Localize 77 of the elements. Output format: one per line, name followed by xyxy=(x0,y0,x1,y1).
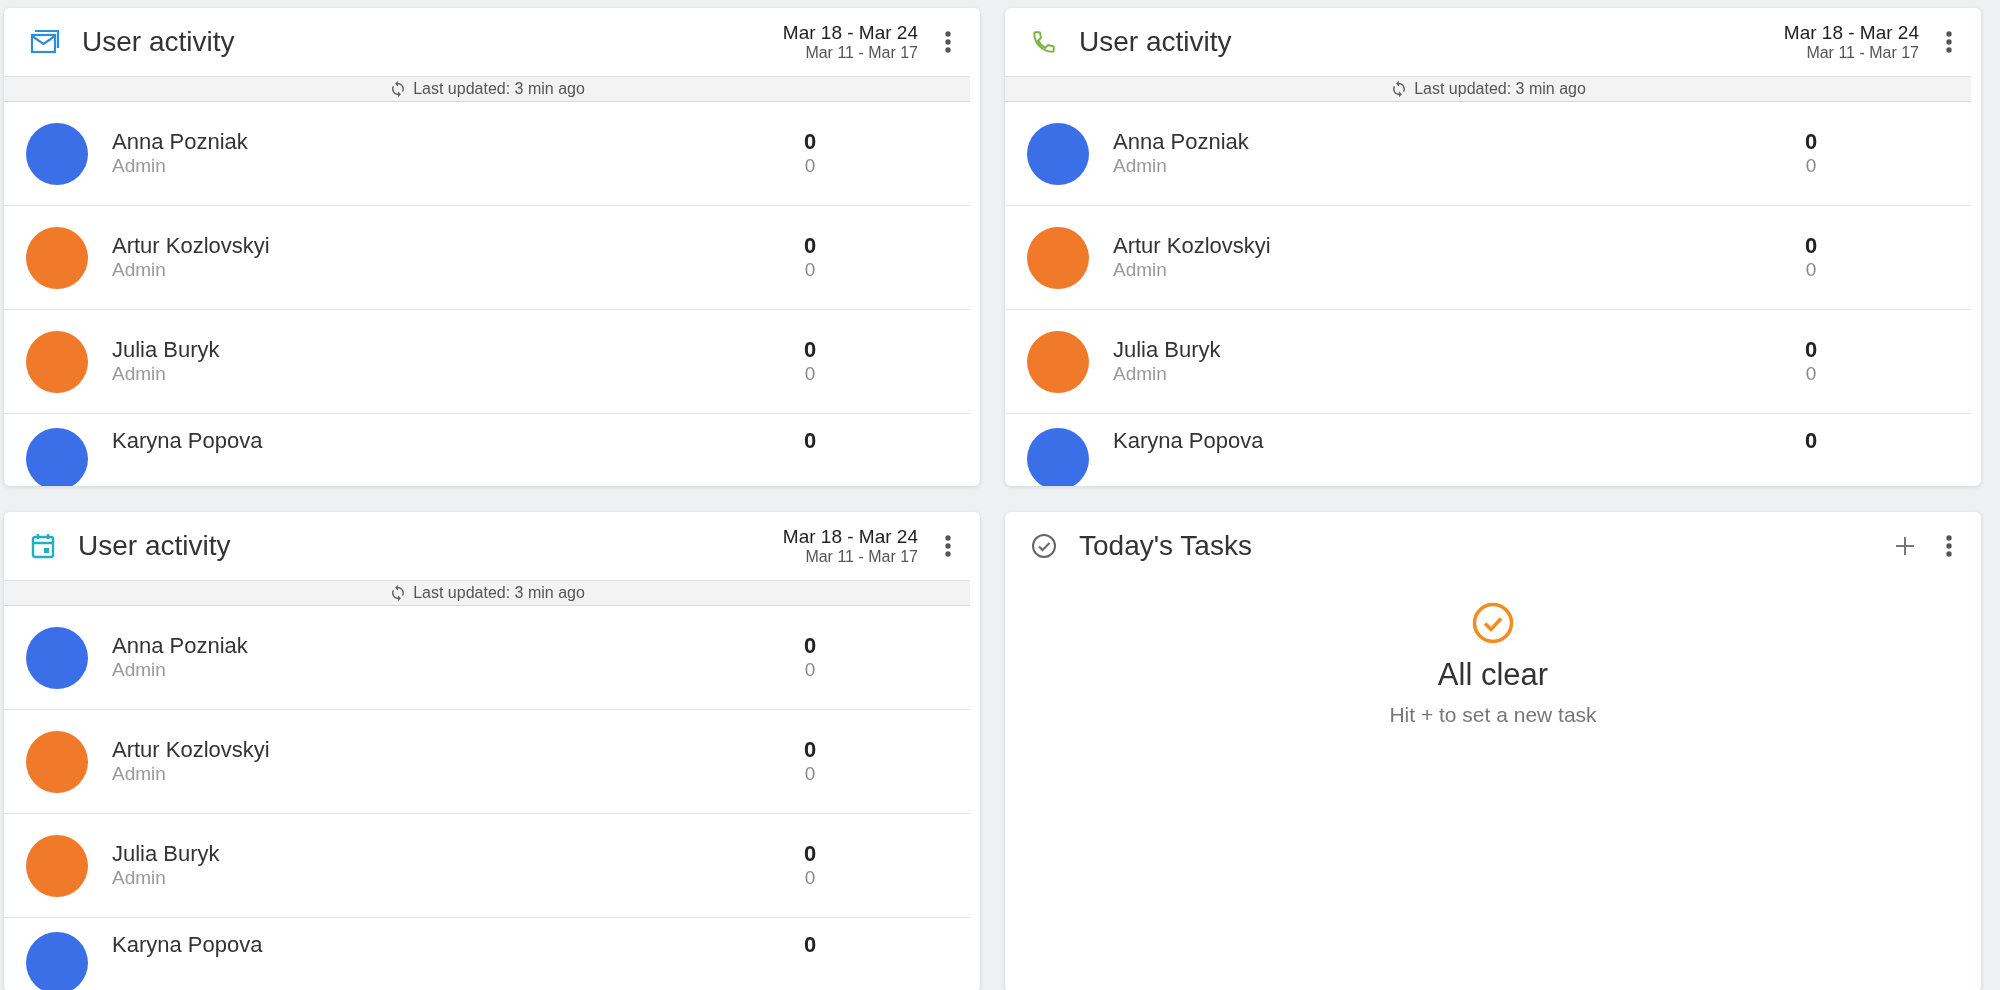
last-updated-text: Last updated: 3 min ago xyxy=(1414,79,1586,99)
current-count: 0 xyxy=(1803,232,1819,260)
current-count: 0 xyxy=(802,932,818,959)
user-row[interactable]: Anna Pozniak Admin 0 0 xyxy=(4,102,970,206)
plus-icon xyxy=(1895,536,1915,556)
more-icon xyxy=(1945,534,1953,558)
date-range: Mar 18 - Mar 24 xyxy=(782,21,918,44)
current-count: 0 xyxy=(802,632,818,660)
user-row[interactable]: Karyna Popova 0 xyxy=(4,918,970,990)
user-name: Karyna Popova xyxy=(1113,428,1264,455)
user-name: Julia Buryk xyxy=(1113,336,1221,364)
user-role: Admin xyxy=(112,155,167,179)
user-name: Artur Kozlovskyi xyxy=(112,736,270,764)
previous-count: 0 xyxy=(1804,363,1818,387)
user-name: Julia Buryk xyxy=(112,840,220,868)
user-role: Admin xyxy=(112,659,167,683)
date-range: Mar 18 - Mar 24 xyxy=(782,525,918,548)
user-role: Admin xyxy=(1113,155,1168,179)
user-name: Anna Pozniak xyxy=(1113,128,1249,156)
widget-title: User activity xyxy=(78,529,231,563)
more-icon xyxy=(1945,30,1953,54)
widget-title: User activity xyxy=(82,25,235,59)
more-icon xyxy=(944,534,952,558)
user-role: Admin xyxy=(1113,363,1168,387)
previous-count: 0 xyxy=(803,259,817,283)
user-name: Anna Pozniak xyxy=(112,128,248,156)
current-count: 0 xyxy=(802,336,818,364)
current-count: 0 xyxy=(1803,336,1819,364)
previous-date-range: Mar 11 - Mar 17 xyxy=(804,43,918,63)
user-role: Admin xyxy=(112,763,167,787)
user-role: Admin xyxy=(1113,259,1168,283)
user-name: Artur Kozlovskyi xyxy=(1113,232,1271,260)
current-count: 0 xyxy=(1803,128,1819,156)
current-count: 0 xyxy=(802,128,818,156)
current-count: 0 xyxy=(1803,428,1819,455)
previous-count: 0 xyxy=(1804,155,1818,179)
previous-count: 0 xyxy=(803,659,817,683)
user-row[interactable]: Julia Buryk Admin 0 0 xyxy=(4,814,970,918)
current-count: 0 xyxy=(802,232,818,260)
user-row[interactable]: Anna Pozniak Admin 0 0 xyxy=(4,606,970,710)
user-name: Artur Kozlovskyi xyxy=(112,232,270,260)
empty-state-hint: Hit + to set a new task xyxy=(1389,701,1597,728)
previous-count: 0 xyxy=(803,155,817,179)
empty-state-title: All clear xyxy=(1437,656,1549,694)
user-row[interactable]: Artur Kozlovskyi Admin 0 0 xyxy=(4,206,970,310)
last-updated-text: Last updated: 3 min ago xyxy=(413,583,585,603)
user-row[interactable]: Julia Buryk Admin 0 0 xyxy=(4,310,970,414)
user-name: Julia Buryk xyxy=(112,336,220,364)
more-icon xyxy=(944,30,952,54)
user-row[interactable]: Anna Pozniak Admin 0 0 xyxy=(1005,102,1971,206)
previous-date-range: Mar 11 - Mar 17 xyxy=(1805,43,1919,63)
current-count: 0 xyxy=(802,428,818,455)
check-circle-icon xyxy=(1031,533,1057,559)
user-role: Admin xyxy=(112,259,167,283)
user-row[interactable]: Julia Buryk Admin 0 0 xyxy=(1005,310,1971,414)
mail-icon xyxy=(30,30,60,54)
previous-count: 0 xyxy=(1804,259,1818,283)
previous-count: 0 xyxy=(803,763,817,787)
current-count: 0 xyxy=(802,840,818,868)
date-range: Mar 18 - Mar 24 xyxy=(1783,21,1919,44)
user-name: Karyna Popova xyxy=(112,428,263,455)
user-name: Karyna Popova xyxy=(112,932,263,959)
last-updated-text: Last updated: 3 min ago xyxy=(413,79,585,99)
user-name: Anna Pozniak xyxy=(112,632,248,660)
user-row[interactable]: Artur Kozlovskyi Admin 0 0 xyxy=(1005,206,1971,310)
widget-title: Today's Tasks xyxy=(1079,529,1252,563)
calendar-icon xyxy=(30,532,56,560)
previous-date-range: Mar 11 - Mar 17 xyxy=(804,547,918,567)
user-role: Admin xyxy=(112,363,167,387)
user-row[interactable]: Artur Kozlovskyi Admin 0 0 xyxy=(4,710,970,814)
user-role: Admin xyxy=(112,867,167,891)
current-count: 0 xyxy=(802,736,818,764)
phone-icon xyxy=(1031,29,1057,55)
previous-count: 0 xyxy=(803,867,817,891)
widget-title: User activity xyxy=(1079,25,1232,59)
check-circle-icon xyxy=(1472,602,1514,644)
previous-count: 0 xyxy=(803,363,817,387)
